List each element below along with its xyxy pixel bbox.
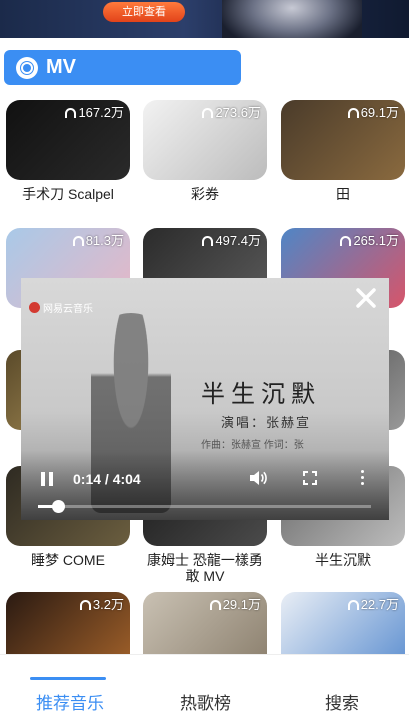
headphones-icon — [347, 599, 359, 610]
tab-recommended-music[interactable]: 推荐音乐 — [36, 689, 104, 714]
pause-icon[interactable] — [41, 472, 53, 486]
play-count: 265.1万 — [340, 230, 399, 249]
video-song-title: 半生沉默 — [201, 380, 321, 408]
video-credits-line: 作曲：张赫宣 作词：张 — [201, 440, 304, 451]
mv-thumbnail[interactable]: 273.6万 — [143, 100, 267, 180]
play-count: 29.1万 — [209, 594, 261, 613]
headphones-icon — [72, 235, 84, 246]
mv-title: 睡梦 COME — [31, 552, 105, 568]
play-count-label: 29.1万 — [222, 597, 261, 612]
play-count: 497.4万 — [202, 230, 261, 249]
headphones-icon — [202, 107, 214, 118]
progress-bar[interactable] — [38, 500, 371, 513]
play-count-label: 81.3万 — [85, 233, 124, 248]
play-count: 81.3万 — [72, 230, 124, 249]
video-player[interactable]: 网易云音乐 半生沉默 演唱：张赫宣 作曲：张赫宣 作词：张 0:14 / 4:0… — [21, 278, 389, 520]
banner-artist-photo — [222, 0, 362, 38]
mv-thumbnail[interactable]: 167.2万 — [6, 100, 130, 180]
mv-title: 半生沉默 — [315, 552, 371, 568]
progress-handle[interactable] — [51, 500, 65, 513]
play-count: 69.1万 — [347, 102, 399, 121]
play-count: 167.2万 — [65, 102, 124, 121]
more-options-icon[interactable] — [361, 470, 365, 486]
video-source-label: 网易云音乐 — [43, 304, 93, 315]
close-icon[interactable] — [355, 287, 377, 309]
volume-icon[interactable] — [249, 470, 267, 486]
banner-view-button[interactable]: 立即查看 — [103, 2, 185, 22]
mv-section-title: MV — [46, 56, 76, 78]
disc-icon — [16, 56, 38, 79]
play-count: 22.7万 — [347, 594, 399, 613]
play-count: 273.6万 — [202, 102, 261, 121]
tab-search[interactable]: 搜索 — [325, 689, 359, 714]
video-watermark: 网易云音乐 — [29, 300, 93, 315]
headphones-icon — [202, 235, 214, 246]
mv-title: 彩券 — [191, 186, 219, 202]
headphones-icon — [209, 599, 221, 610]
headphones-icon — [65, 107, 77, 118]
netease-logo-icon — [29, 302, 40, 313]
mv-title: 田 — [336, 186, 350, 202]
playback-time: 0:14 / 4:04 — [73, 471, 141, 487]
mv-section-header: MV — [4, 50, 241, 85]
mv-card[interactable]: 273.6万彩券 — [143, 100, 267, 202]
play-count-label: 3.2万 — [92, 597, 124, 612]
play-count-label: 69.1万 — [360, 105, 399, 120]
promo-banner[interactable]: 立即查看 — [0, 0, 409, 38]
play-count: 3.2万 — [79, 594, 124, 613]
headphones-icon — [347, 107, 359, 118]
play-count-label: 265.1万 — [353, 233, 399, 248]
play-count-label: 22.7万 — [360, 597, 399, 612]
play-count-label: 167.2万 — [78, 105, 124, 120]
tab-hot-songs[interactable]: 热歌榜 — [180, 689, 231, 714]
video-singer-line: 演唱：张赫宣 — [221, 416, 312, 431]
headphones-icon — [340, 235, 352, 246]
active-tab-indicator — [30, 677, 106, 680]
mv-thumbnail[interactable]: 69.1万 — [281, 100, 405, 180]
play-count-label: 497.4万 — [215, 233, 261, 248]
mv-card[interactable]: 167.2万手术刀 Scalpel — [6, 100, 130, 202]
headphones-icon — [79, 599, 91, 610]
fullscreen-icon[interactable] — [303, 471, 317, 485]
play-count-label: 273.6万 — [215, 105, 261, 120]
mv-title: 康姆士 恐龍一樣勇敢 MV — [147, 552, 263, 584]
mv-card[interactable]: 69.1万田 — [281, 100, 405, 202]
bottom-tab-bar: 推荐音乐 热歌榜 搜索 — [0, 654, 409, 726]
mv-title: 手术刀 Scalpel — [22, 186, 114, 202]
